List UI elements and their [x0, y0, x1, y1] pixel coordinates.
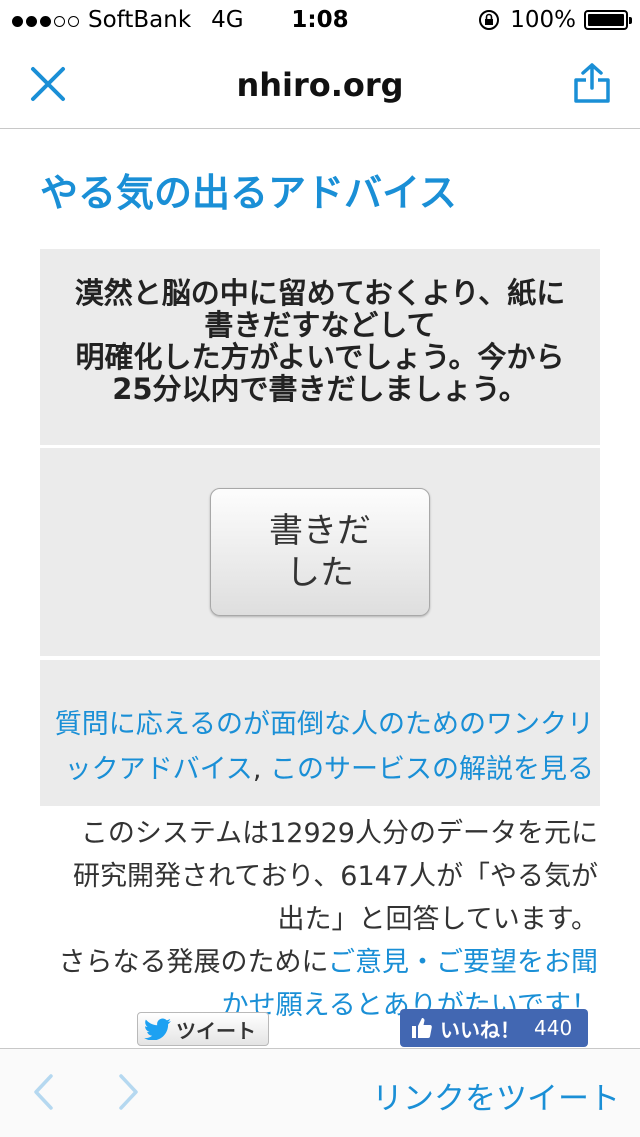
- tweet-link-button[interactable]: リンクをツイート: [372, 1073, 620, 1118]
- battery-icon: [584, 10, 632, 30]
- advice-line: 明確化した方がよいでしょう。今から: [75, 340, 565, 374]
- feedback-link[interactable]: ご意見・ご要望をお聞: [328, 947, 598, 978]
- wrote-it-button[interactable]: 書きだ した: [210, 488, 430, 616]
- browser-toolbar: リンクをツイート: [0, 1048, 640, 1137]
- back-arrow-icon[interactable]: [32, 1073, 54, 1111]
- twitter-bird-icon: [144, 1018, 171, 1040]
- tweet-button[interactable]: ツイート: [137, 1012, 269, 1046]
- browser-nav-bar: nhiro.org: [0, 40, 640, 129]
- advice-line: 漠然と脳の中に留めておくより、紙に: [74, 276, 566, 310]
- info-line: このシステムは12929人分のデータを元に: [80, 818, 598, 849]
- link-separator: ,: [252, 754, 262, 785]
- service-explanation-link[interactable]: このサービスの解説を見る: [270, 754, 594, 785]
- thumbs-up-icon: [412, 1018, 432, 1038]
- status-bar: SoftBank 4G 1:08 100%: [0, 0, 640, 40]
- button-label-line: した: [286, 553, 354, 593]
- share-icon[interactable]: [572, 62, 612, 104]
- rotation-lock-icon: [479, 10, 500, 30]
- tweet-button-label: ツイート: [176, 1018, 256, 1043]
- action-panel: 書きだ した: [40, 448, 600, 656]
- feedback-prefix: さらなる発展のために: [58, 947, 328, 978]
- like-button-label: いいね！: [440, 1017, 520, 1042]
- page-title: やる気の出るアドバイス: [40, 171, 457, 215]
- advice-panel: 漠然と脳の中に留めておくより、紙に 書きだすなどして 明確化した方がよいでしょう…: [40, 249, 600, 445]
- forward-arrow-icon[interactable]: [118, 1073, 140, 1111]
- facebook-like-button[interactable]: いいね！ 440: [400, 1009, 588, 1047]
- button-label-line: 書きだ: [269, 511, 371, 551]
- advice-line: 25分以内で書きだしましょう。: [112, 372, 528, 406]
- links-panel: 質問に応えるのが面倒な人のためのワンクリックアドバイス, このサービスの解説を見…: [40, 660, 600, 806]
- info-line: 出た」と回答しています。: [277, 904, 599, 935]
- advice-line: 書きだすなどして: [204, 308, 436, 342]
- info-line: 研究開発されており、6147人が「やる気が: [72, 861, 598, 892]
- battery-percent: 100%: [510, 7, 576, 33]
- page-url-title: nhiro.org: [236, 66, 404, 104]
- system-info: このシステムは12929人分のデータを元に 研究開発されており、6147人が「や…: [36, 812, 598, 1027]
- advice-message: 漠然と脳の中に留めておくより、紙に 書きだすなどして 明確化した方がよいでしょう…: [40, 249, 600, 405]
- like-count: 440: [534, 1016, 573, 1040]
